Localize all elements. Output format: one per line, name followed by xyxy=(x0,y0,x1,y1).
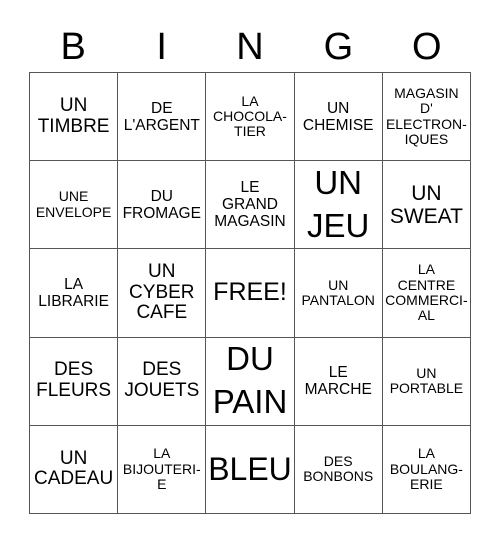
bingo-cell[interactable]: DES FLEURS xyxy=(30,337,119,426)
bingo-cell[interactable]: UN PORTABLE xyxy=(382,337,471,426)
bingo-cell-text: UN PORTABLE xyxy=(389,364,464,397)
bingo-cell[interactable]: LA BOULANG- ERIE xyxy=(382,425,471,514)
bingo-cell[interactable]: DES JOUETS xyxy=(118,337,207,426)
bingo-cell[interactable]: UN JEU xyxy=(294,161,383,250)
bingo-cell[interactable]: DU PAIN xyxy=(206,337,295,426)
header-letter-g: G xyxy=(323,26,354,68)
free-space-cell[interactable]: FREE! xyxy=(206,249,295,338)
bingo-cell-text: UN PANTALON xyxy=(301,276,375,308)
bingo-cell-text: DU PAIN xyxy=(212,340,288,421)
bingo-header: B I N G O xyxy=(29,22,471,72)
bingo-cell[interactable]: UN SWEAT xyxy=(382,161,471,250)
bingo-cell-text: UN CYBER CAFE xyxy=(129,260,195,324)
bingo-cell[interactable]: UN PANTALON xyxy=(294,249,383,338)
bingo-cell[interactable]: LE GRAND MAGASIN xyxy=(206,161,295,250)
bingo-cell-text: DES JOUETS xyxy=(124,359,200,402)
bingo-cell-text: LA BOULANG- ERIE xyxy=(389,445,463,493)
bingo-cell[interactable]: DES BONBONS xyxy=(294,425,383,514)
header-letter-b: B xyxy=(60,26,86,68)
bingo-cell[interactable]: LA CHOCOLA- TIER xyxy=(206,73,295,162)
bingo-cell[interactable]: DU FROMAGE xyxy=(118,161,207,250)
bingo-cell-text: DES FLEURS xyxy=(36,359,112,402)
bingo-cell-text: DE L'ARGENT xyxy=(123,99,200,134)
bingo-cell[interactable]: BLEU xyxy=(206,425,295,514)
bingo-cell-text: UN CADEAU xyxy=(34,447,114,490)
bingo-cell[interactable]: LE MARCHE xyxy=(294,337,383,426)
bingo-cell[interactable]: LA CENTRE COMMERCI- AL xyxy=(382,249,471,338)
bingo-cell-text: DU FROMAGE xyxy=(122,187,201,222)
bingo-cell-text: UN CHEMISE xyxy=(302,99,374,134)
bingo-cell-text: MAGASIN D' ELECTRON- IQUES xyxy=(385,84,467,147)
bingo-cell-text: UN JEU xyxy=(307,163,370,244)
bingo-cell-text: LE MARCHE xyxy=(304,364,372,399)
bingo-grid: UN TIMBRE DE L'ARGENT LA CHOCOLA- TIER UN C… xyxy=(29,72,471,514)
bingo-cell-text: LA BIJOUTERI- E xyxy=(122,445,201,493)
bingo-cell-text: UN TIMBRE xyxy=(37,94,110,137)
header-letter-i: I xyxy=(156,26,167,68)
bingo-cell[interactable]: UN CHEMISE xyxy=(294,73,383,162)
bingo-cell-text: UNE ENVELOPE xyxy=(35,188,112,220)
bingo-cell-text: FREE! xyxy=(213,278,287,307)
bingo-cell[interactable]: UN CYBER CAFE xyxy=(118,249,207,338)
bingo-cell[interactable]: UN CADEAU xyxy=(30,425,119,514)
bingo-cell[interactable]: LA LIBRARIE xyxy=(30,249,119,338)
bingo-cell[interactable]: UNE ENVELOPE xyxy=(30,161,119,250)
bingo-cell[interactable]: UN TIMBRE xyxy=(30,73,119,162)
bingo-cell[interactable]: MAGASIN D' ELECTRON- IQUES xyxy=(382,73,471,162)
bingo-cell-text: LA CHOCOLA- TIER xyxy=(213,92,287,140)
bingo-cell-text: UN SWEAT xyxy=(389,181,463,228)
bingo-cell-text: LA CENTRE COMMERCI- AL xyxy=(385,261,468,324)
bingo-cell-text: LA LIBRARIE xyxy=(38,275,109,310)
bingo-cell[interactable]: LA BIJOUTERI- E xyxy=(118,425,207,514)
bingo-cell[interactable]: DE L'ARGENT xyxy=(118,73,207,162)
header-letter-n: N xyxy=(236,26,264,68)
bingo-cell-text: BLEU xyxy=(208,450,292,487)
bingo-cell-text: LE GRAND MAGASIN xyxy=(214,179,286,231)
header-letter-o: O xyxy=(412,26,442,68)
bingo-cell-text: DES BONBONS xyxy=(303,453,374,485)
